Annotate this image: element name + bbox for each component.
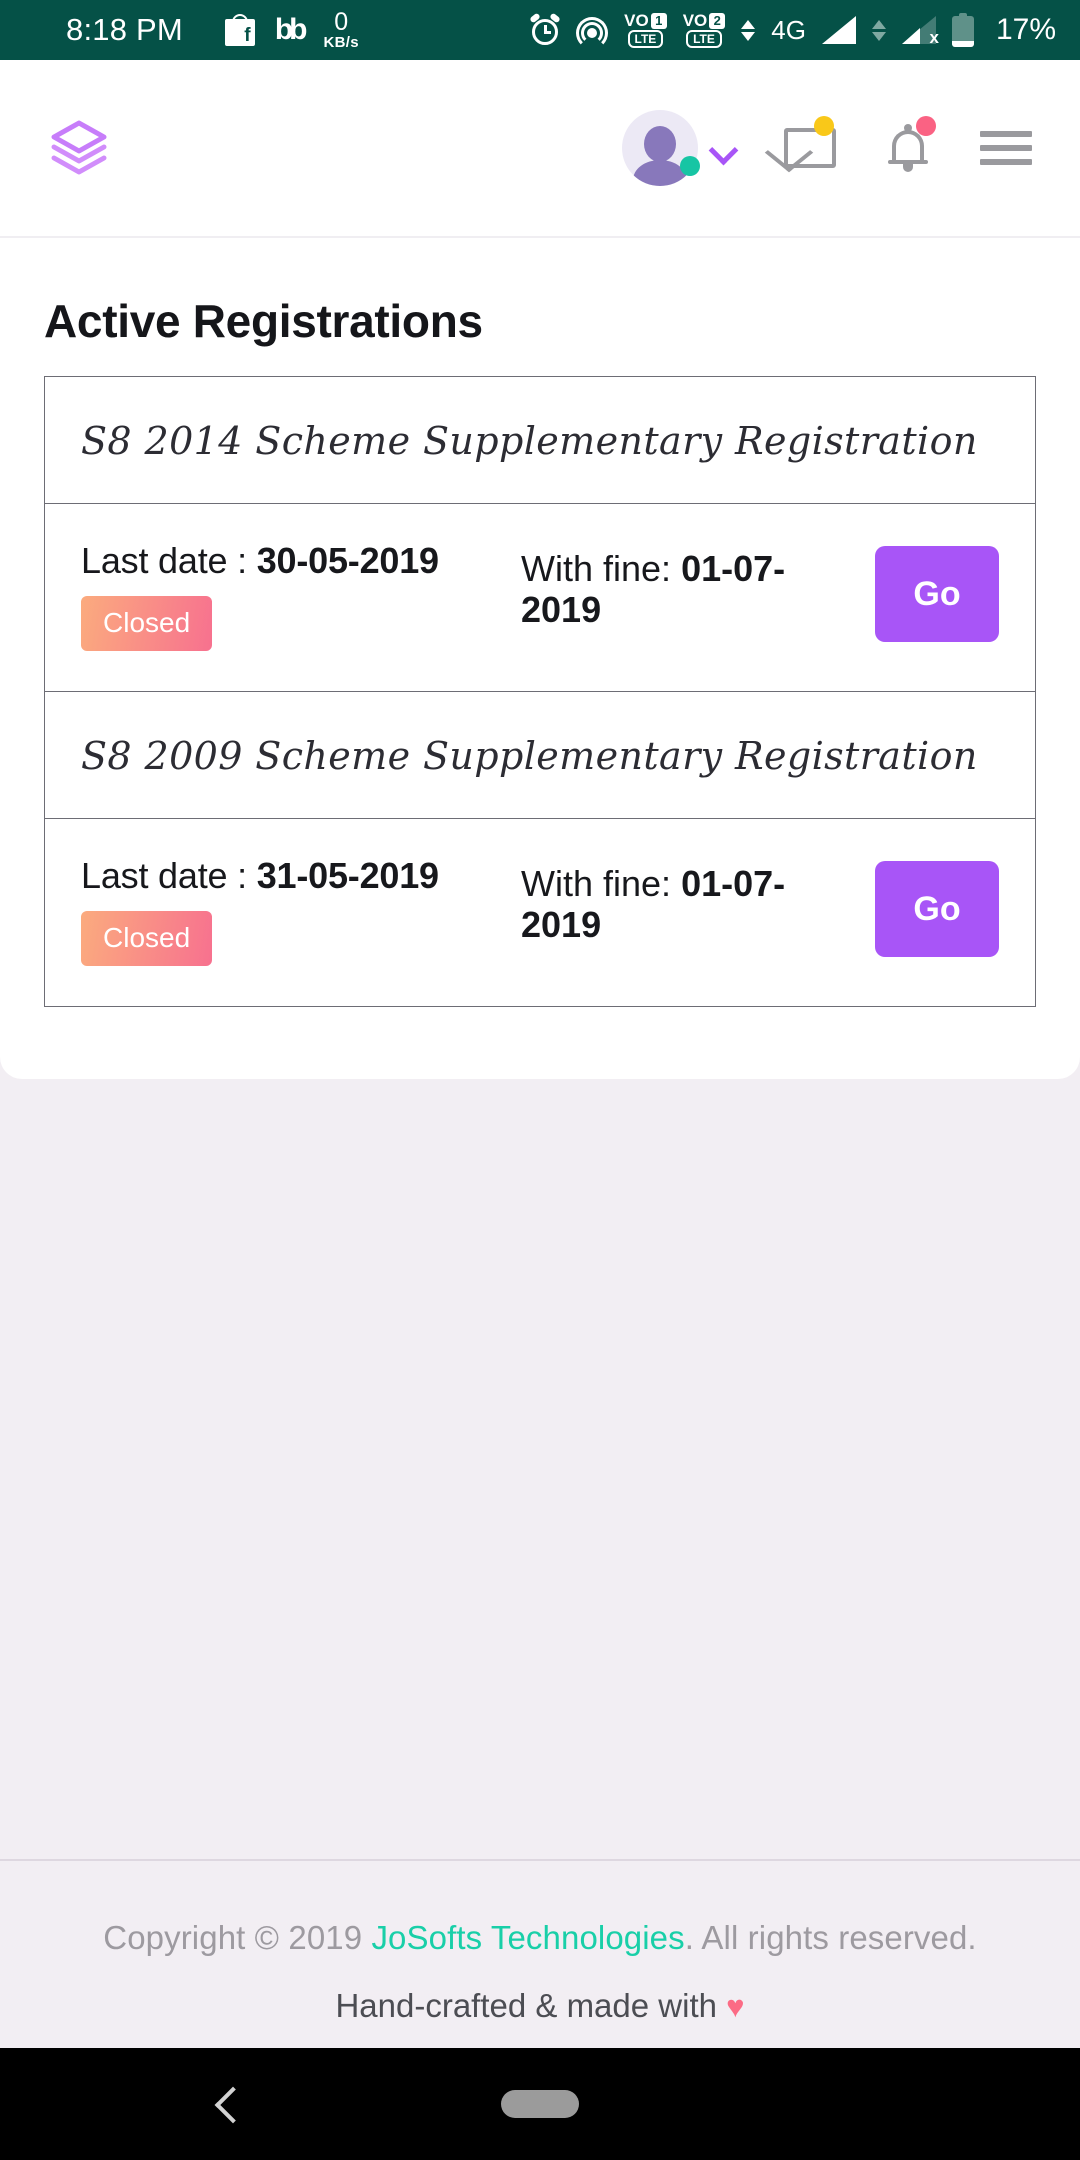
notifications-button[interactable] (880, 116, 936, 178)
volte-sim2-number: 2 (709, 12, 726, 29)
with-fine-cell: With fine: 01-07-2019 (521, 540, 875, 631)
app-header (0, 60, 1080, 236)
footer-tagline: Hand-crafted & made with ♥ (0, 1987, 1080, 2025)
with-fine-line: With fine: 01-07-2019 (521, 548, 855, 631)
status-badge: Closed (81, 911, 213, 966)
status-bar: 8:18 PM f bb 0 KB/s VO 1 LTE VO 2 LTE 4G… (0, 0, 1080, 60)
hamburger-menu-button[interactable] (978, 118, 1034, 178)
last-date-label: Last date : (81, 540, 257, 581)
bb-icon: bb (274, 13, 308, 46)
action-cell: Go (875, 540, 999, 642)
status-bar-left: 8:18 PM f bb 0 KB/s (24, 8, 359, 51)
last-date-line: Last date : 30-05-2019 (81, 540, 521, 582)
content-panel: Active Registrations S8 2014 Scheme Supp… (0, 236, 1080, 1079)
go-button[interactable]: Go (875, 861, 999, 957)
alarm-icon (529, 12, 561, 45)
system-navigation-bar (0, 2048, 1080, 2160)
heart-icon: ♥ (726, 1989, 745, 2024)
battery-icon (951, 13, 974, 47)
notifications-badge (916, 116, 936, 136)
footer-brand-link[interactable]: JoSofts Technologies (371, 1919, 684, 1956)
action-cell: Go (875, 855, 999, 957)
messages-button[interactable] (782, 116, 838, 178)
network-speed-value: 0 (334, 8, 349, 36)
last-date-value: 30-05-2019 (256, 540, 439, 581)
status-badge: Closed (81, 596, 213, 651)
header-actions (622, 110, 1034, 186)
status-bar-right: VO 1 LTE VO 2 LTE 4G x 17% (529, 12, 1056, 49)
scheme-name: S8 2014 Scheme Supplementary Registratio… (81, 419, 978, 463)
table-row: Last date : 30-05-2019 Closed With fine:… (45, 504, 1035, 692)
volte-sim1-number: 1 (650, 12, 667, 29)
last-date-line: Last date : 31-05-2019 (81, 855, 521, 897)
last-date-label: Last date : (81, 855, 257, 896)
home-pill-icon[interactable] (501, 2090, 579, 2118)
registrations-card: S8 2014 Scheme Supplementary Registratio… (44, 376, 1036, 1007)
table-row: Last date : 31-05-2019 Closed With fine:… (45, 819, 1035, 1006)
hotspot-icon (576, 15, 609, 49)
chevron-down-icon[interactable] (708, 133, 738, 163)
last-date-cell: Last date : 30-05-2019 Closed (81, 540, 521, 651)
registration-title-row: S8 2014 Scheme Supplementary Registratio… (45, 377, 1035, 504)
avatar-online-status-dot (680, 156, 700, 176)
footer-copyright-prefix: Copyright © 2019 (103, 1919, 372, 1956)
layers-stack-logo[interactable] (46, 115, 112, 181)
with-fine-line: With fine: 01-07-2019 (521, 863, 855, 946)
page-background-filler (0, 1079, 1080, 1859)
last-date-cell: Last date : 31-05-2019 Closed (81, 855, 521, 966)
volte-sim2-label: VO (682, 11, 708, 30)
page-title: Active Registrations (44, 295, 483, 347)
network-speed-icon: 0 KB/s (323, 8, 359, 51)
signal-sim2-icon: x (901, 16, 939, 47)
facebook-marketplace-icon: f (224, 14, 255, 46)
footer-copyright: Copyright © 2019 JoSofts Technologies. A… (0, 1919, 1080, 1957)
status-bar-clock: 8:18 PM (66, 12, 183, 47)
sim2-no-service-mark: x (929, 28, 939, 47)
battery-percentage: 17% (995, 13, 1056, 46)
with-fine-label: With fine: (521, 863, 682, 904)
last-date-value: 31-05-2019 (256, 855, 439, 896)
back-chevron-icon[interactable] (214, 2083, 240, 2125)
volte-sim1-icon: VO 1 LTE (624, 12, 667, 48)
volte-sim1-lte: LTE (627, 30, 664, 48)
volte-sim2-lte: LTE (686, 30, 722, 48)
with-fine-cell: With fine: 01-07-2019 (521, 855, 875, 946)
with-fine-label: With fine: (521, 548, 682, 589)
registration-title-row: S8 2009 Scheme Supplementary Registratio… (45, 692, 1035, 819)
footer: Copyright © 2019 JoSofts Technologies. A… (0, 1861, 1080, 2025)
footer-tagline-text: Hand-crafted & made with (335, 1987, 727, 2024)
volte-sim2-icon: VO 2 LTE (683, 12, 726, 48)
hamburger-menu-icon (980, 131, 1032, 165)
scheme-name: S8 2009 Scheme Supplementary Registratio… (81, 734, 978, 778)
go-button[interactable]: Go (875, 546, 999, 642)
network-type-label: 4G (771, 14, 806, 45)
messages-badge (814, 116, 834, 136)
data-transfer-arrows-dim-icon (871, 19, 886, 41)
signal-sim1-icon (821, 16, 856, 44)
network-speed-unit: KB/s (323, 34, 359, 51)
data-transfer-arrows-icon (741, 19, 756, 41)
footer-copyright-suffix: . All rights reserved. (684, 1919, 977, 1956)
volte-sim1-label: VO (624, 11, 649, 30)
avatar[interactable] (622, 110, 700, 186)
